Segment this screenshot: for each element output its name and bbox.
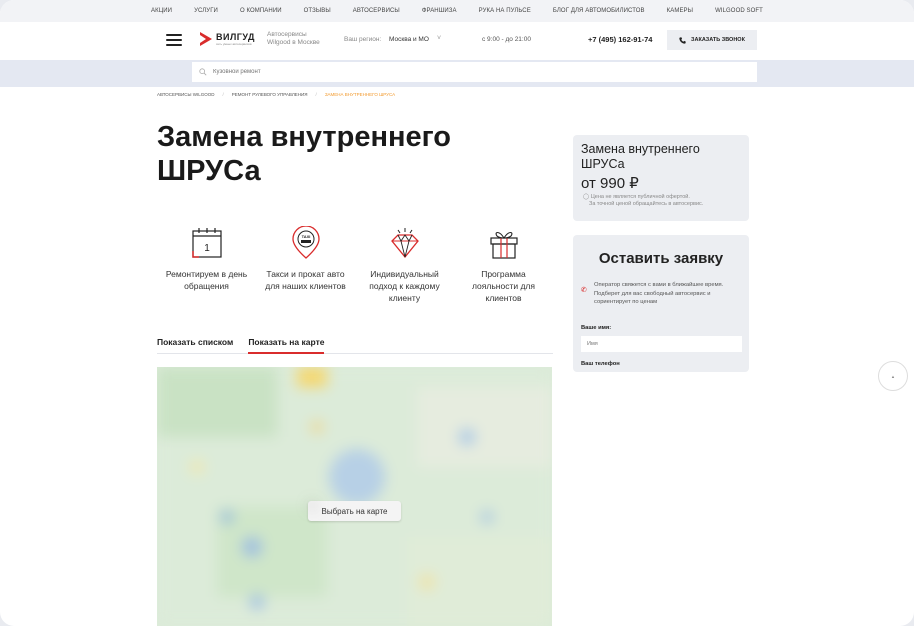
- name-label: Ваше имя:: [581, 325, 612, 331]
- topnav-link-about[interactable]: О компании: [229, 8, 293, 14]
- search-icon: [199, 68, 207, 76]
- info-icon: ◯: [583, 194, 591, 200]
- taxi-icon: TAXI: [291, 226, 320, 259]
- breadcrumb-item-steering[interactable]: Ремонт рулевого управления: [232, 92, 308, 97]
- breadcrumb-separator: /: [222, 92, 224, 97]
- request-form: Оставить заявку ✆ Оператор свяжется с ва…: [573, 235, 749, 372]
- page: Акции Услуги О компании Отзывы Автосерви…: [0, 0, 914, 626]
- logo-subtitle: сеть умных автосервисов: [216, 41, 252, 46]
- form-note: Оператор свяжется с вами в ближайшее вре…: [594, 282, 724, 305]
- form-title: Оставить заявку: [598, 250, 724, 267]
- feature-item: TAXI Такси и прокат авто для наших клиен…: [256, 226, 355, 304]
- calendar-icon: 1: [191, 228, 222, 258]
- breadcrumb-separator: /: [315, 92, 317, 97]
- feature-text: Ремонтируем в день обращения: [165, 269, 248, 291]
- topnav-link-services[interactable]: Услуги: [183, 8, 229, 14]
- service-name: Замена внутреннего ШРУСа: [581, 142, 700, 171]
- header: ВИЛГУД сеть умных автосервисов Автосерви…: [0, 22, 914, 60]
- topnav-link-service-centers[interactable]: Автосервисы: [342, 8, 411, 14]
- phone-icon: ✆: [581, 287, 587, 294]
- feature-text: Такси и прокат авто для наших клиентов: [265, 269, 346, 291]
- gift-icon: [489, 231, 518, 259]
- choose-on-map-button[interactable]: Выбрать на карте: [308, 501, 401, 521]
- map-background: [157, 367, 552, 626]
- search-input[interactable]: [213, 69, 713, 75]
- logo[interactable]: ВИЛГУД сеть умных автосервисов: [200, 32, 255, 46]
- feature-text: Программа лояльности для клиентов: [472, 269, 535, 303]
- top-nav: Акции Услуги О компании Отзывы Автосерви…: [0, 0, 914, 22]
- hand-pointer-icon: [309, 501, 316, 509]
- feature-item: Программа лояльности для клиентов: [454, 226, 553, 304]
- topnav-link-promos[interactable]: Акции: [140, 8, 183, 14]
- view-tabs: Показать списком Показать на карте: [157, 337, 553, 354]
- features-list: 1 Ремонтируем в день обращения TAXI Такс…: [157, 226, 553, 304]
- region-selector[interactable]: Москва и МО: [389, 36, 429, 43]
- topnav-link-franchise[interactable]: Франшиза: [411, 8, 468, 14]
- phone-link[interactable]: +7 (495) 162-91-74: [588, 35, 652, 44]
- menu-icon[interactable]: [166, 34, 182, 46]
- chevron-down-icon[interactable]: ˅: [437, 35, 441, 42]
- breadcrumb-item-current: Замена внутреннего ШРУСа: [324, 92, 396, 97]
- region-label: Ваш регион:: [344, 36, 382, 43]
- tab-map[interactable]: Показать на карте: [248, 337, 325, 354]
- price-disclaimer: ◯ Цена не является публичной офертой. За…: [583, 194, 704, 207]
- diamond-icon: [390, 228, 419, 259]
- topnav-link-cameras[interactable]: Камеры: [656, 8, 704, 14]
- feature-item: Индивидуальный подход к каждому клиенту: [355, 226, 454, 304]
- tab-list[interactable]: Показать списком: [157, 337, 233, 354]
- topnav-link-blog[interactable]: Блог для автомобилистов: [542, 8, 656, 14]
- logo-tagline: Автосервисы Wilgood в Москве: [267, 31, 320, 46]
- topnav-link-reviews[interactable]: Отзывы: [293, 8, 342, 14]
- chevron-up-icon: ▲: [891, 373, 895, 379]
- breadcrumb-item-home[interactable]: Автосервисы Wilgood: [157, 92, 214, 97]
- calendar-day: 1: [204, 243, 210, 254]
- logo-mark-icon: [200, 32, 212, 46]
- breadcrumb: Автосервисы Wilgood / Ремонт рулевого уп…: [157, 92, 395, 97]
- topnav-link-pulse[interactable]: Рука на пульсе: [468, 8, 542, 14]
- taxi-label: TAXI: [301, 234, 310, 239]
- phone-label: Ваш телефон: [581, 361, 620, 367]
- search-band: [0, 60, 914, 87]
- name-field[interactable]: [581, 336, 742, 352]
- feature-item: 1 Ремонтируем в день обращения: [157, 226, 256, 304]
- feature-text: Индивидуальный подход к каждому клиенту: [369, 269, 440, 303]
- service-price: от 990 ₽: [581, 175, 639, 192]
- search-box: [192, 62, 757, 82]
- page-title: Замена внутреннего ШРУСа: [157, 121, 452, 187]
- scroll-up-button[interactable]: ▲: [878, 361, 908, 391]
- map-view[interactable]: Выбрать на карте: [157, 367, 552, 626]
- working-hours: с 9:00 - до 21:00: [482, 36, 531, 43]
- logo-wordmark: ВИЛГУД: [216, 31, 255, 42]
- topnav-link-soft[interactable]: Wilgood soft: [704, 8, 774, 14]
- callback-button[interactable]: Заказать звонок: [667, 30, 757, 50]
- phone-icon: [679, 36, 686, 44]
- price-card: Замена внутреннего ШРУСа от 990 ₽ ◯ Цена…: [573, 135, 749, 221]
